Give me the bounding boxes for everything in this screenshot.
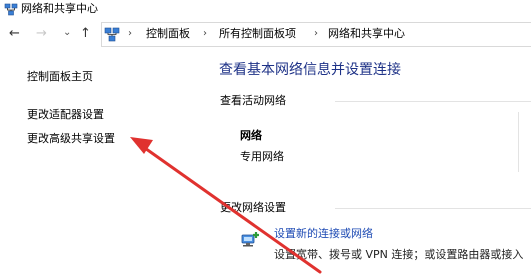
section-divider bbox=[335, 208, 531, 209]
recent-locations-chevron-icon[interactable]: ⌄ bbox=[63, 24, 71, 42]
address-bar: ← → ⌄ ↑ › 控制面板 › 所有控制面板项 › 网络和共享中心 bbox=[0, 22, 531, 49]
control-panel-icon bbox=[104, 27, 120, 42]
column-divider bbox=[518, 112, 519, 172]
back-arrow-icon[interactable]: ← bbox=[9, 25, 20, 43]
sidebar-item-advanced-sharing-settings[interactable]: 更改高级共享设置 bbox=[27, 132, 115, 146]
forward-arrow-icon[interactable]: → bbox=[36, 25, 47, 43]
network-center-icon bbox=[4, 3, 18, 16]
network-type: 专用网络 bbox=[240, 150, 284, 163]
setup-connection-description: 设置宽带、拨号或 VPN 连接；或设置路由器或接入 bbox=[274, 248, 524, 261]
section-divider bbox=[335, 101, 531, 102]
window-title: 网络和共享中心 bbox=[21, 2, 98, 15]
new-connection-icon bbox=[241, 232, 259, 247]
breadcrumb-separator-icon[interactable]: › bbox=[314, 27, 318, 41]
sidebar-item-change-adapter-settings[interactable]: 更改适配器设置 bbox=[27, 108, 104, 122]
change-network-settings-heading: 更改网络设置 bbox=[220, 201, 286, 214]
active-networks-heading: 查看活动网络 bbox=[220, 94, 286, 107]
setup-new-connection-link[interactable]: 设置新的连接或网络 bbox=[274, 227, 373, 241]
title-bar: 网络和共享中心 bbox=[0, 0, 531, 20]
breadcrumb-network-center[interactable]: 网络和共享中心 bbox=[328, 27, 405, 41]
breadcrumb-control-panel[interactable]: 控制面板 bbox=[146, 27, 190, 41]
up-arrow-icon[interactable]: ↑ bbox=[80, 25, 91, 43]
network-name: 网络 bbox=[240, 129, 262, 142]
breadcrumb-separator-icon[interactable]: › bbox=[128, 27, 132, 41]
breadcrumb-all-items[interactable]: 所有控制面板项 bbox=[219, 27, 296, 41]
page-title: 查看基本网络信息并设置连接 bbox=[219, 62, 401, 78]
breadcrumb-separator-icon[interactable]: › bbox=[203, 27, 207, 41]
sidebar-item-control-panel-home[interactable]: 控制面板主页 bbox=[27, 70, 93, 84]
